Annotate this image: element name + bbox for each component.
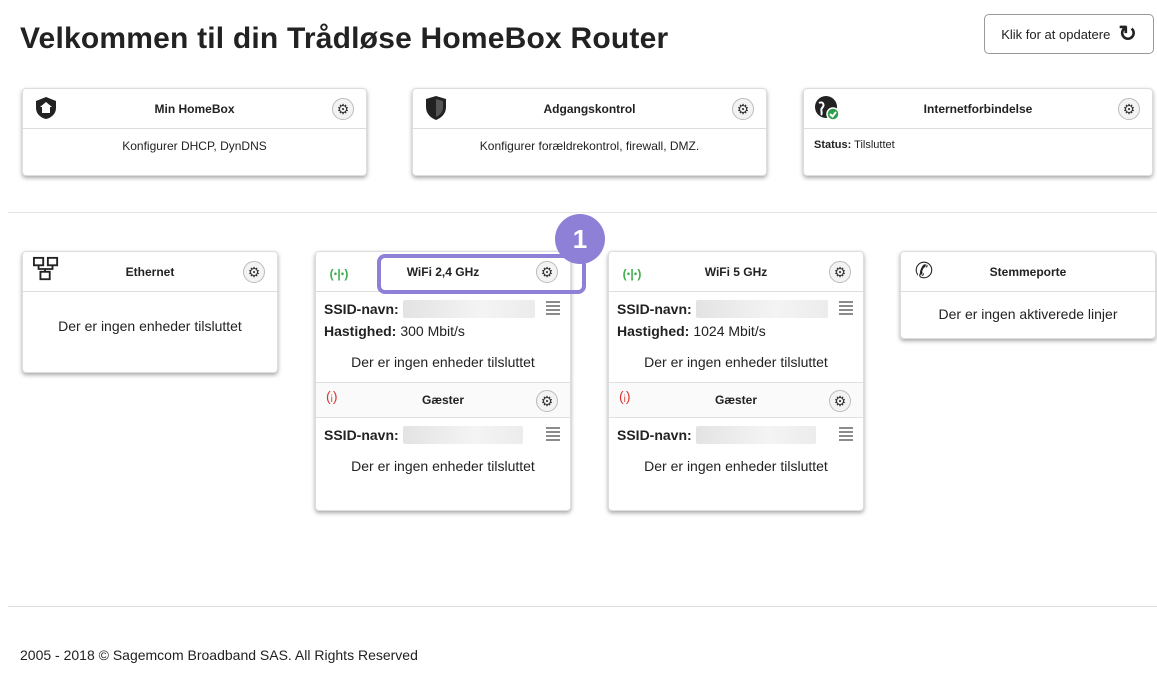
refresh-icon: ↻ <box>1118 21 1137 46</box>
guest-ssid-label: SSID-navn: <box>617 427 692 443</box>
footer-copyright: 2005 - 2018 © Sagemcom Broadband SAS. Al… <box>20 647 418 663</box>
footer-divider <box>8 606 1157 607</box>
guest-title: Gæster <box>421 393 465 407</box>
gear-icon[interactable]: ⚙ <box>536 390 558 412</box>
ssid-value-blurred <box>402 300 535 318</box>
globe-check-icon <box>814 95 840 121</box>
guest-message: Der er ingen enheder tilsluttet <box>351 458 535 474</box>
ethernet-message: Der er ingen enheder tilsluttet <box>58 318 242 334</box>
speed-value: 300 Mbit/s <box>400 323 465 339</box>
guest-title: Gæster <box>714 393 758 407</box>
guest-ssid-value-blurred <box>402 426 523 444</box>
card-title: Adgangskontrol <box>543 101 636 116</box>
wifi-antenna-icon: (ꞏ|ꞏ) <box>622 266 642 281</box>
page-title: Velkommen til din Trådløse HomeBox Route… <box>20 22 669 55</box>
gear-icon[interactable]: ⚙ <box>243 261 265 283</box>
gear-icon[interactable]: ⚙ <box>1118 98 1140 120</box>
card-title: Min HomeBox <box>154 101 235 116</box>
card-adgangskontrol[interactable]: Adgangskontrol ⚙ Konfigurer forældrekont… <box>412 88 767 176</box>
card-internetforbindelse[interactable]: Internetforbindelse ⚙ Status: Tilsluttet <box>803 88 1153 176</box>
voice-message: Der er ingen aktiverede linjer <box>938 306 1118 322</box>
qr-code-icon[interactable] <box>839 425 853 441</box>
card-title: WiFi 5 GHz <box>704 264 768 279</box>
speed-label: Hastighed: <box>324 323 397 339</box>
guest-ssid-value-blurred <box>695 426 816 444</box>
qr-code-icon[interactable] <box>839 299 853 315</box>
ssid-value-blurred <box>695 300 828 318</box>
qr-code-icon[interactable] <box>546 425 560 441</box>
refresh-label: Klik for at opdatere <box>1001 26 1111 42</box>
qr-code-icon[interactable] <box>546 299 560 315</box>
ssid-label: SSID-navn: <box>617 301 692 317</box>
guest-header: (ᵢ) Gæster ⚙ <box>316 382 570 418</box>
status-value: Tilsluttet <box>854 139 895 151</box>
card-title: Stemmeporte <box>989 264 1067 279</box>
card-title: Ethernet <box>125 264 175 279</box>
gear-icon[interactable]: ⚙ <box>332 98 354 120</box>
refresh-button[interactable]: Klik for at opdatere ↻ <box>984 14 1154 54</box>
card-wifi-5[interactable]: (ꞏ|ꞏ) WiFi 5 GHz ⚙ SSID-navn: Hastighed:… <box>608 251 864 511</box>
card-title: Internetforbindelse <box>923 101 1033 116</box>
ssid-label: SSID-navn: <box>324 301 399 317</box>
phone-icon: ✆ <box>914 258 934 283</box>
home-shield-icon <box>33 95 59 121</box>
card-stemmeporte[interactable]: ✆ Stemmeporte Der er ingen aktiverede li… <box>900 251 1156 339</box>
speed-label: Hastighed: <box>617 323 690 339</box>
wifi24-message: Der er ingen enheder tilsluttet <box>351 354 535 370</box>
card-description: Konfigurer DHCP, DynDNS <box>122 139 267 153</box>
guest-message: Der er ingen enheder tilsluttet <box>644 458 828 474</box>
network-icon <box>33 256 59 282</box>
annotation-badge: 1 <box>555 214 605 264</box>
guest-header: (ᵢ) Gæster ⚙ <box>609 382 863 418</box>
card-min-homebox[interactable]: Min HomeBox ⚙ Konfigurer DHCP, DynDNS <box>22 88 367 176</box>
status-label: Status: <box>814 139 852 151</box>
wifi-antenna-icon: (ꞏ|ꞏ) <box>329 266 349 281</box>
card-ethernet[interactable]: Ethernet ⚙ Der er ingen enheder tilslutt… <box>22 251 278 373</box>
gear-icon[interactable]: ⚙ <box>829 390 851 412</box>
wifi-off-icon: (ᵢ) <box>326 388 338 404</box>
wifi5-message: Der er ingen enheder tilsluttet <box>644 354 828 370</box>
gear-icon[interactable]: ⚙ <box>732 98 754 120</box>
guest-ssid-label: SSID-navn: <box>324 427 399 443</box>
card-description: Konfigurer forældrekontrol, firewall, DM… <box>479 139 700 153</box>
section-divider <box>8 212 1157 213</box>
wifi-off-icon: (ᵢ) <box>619 388 631 404</box>
shield-icon <box>423 95 449 121</box>
speed-value: 1024 Mbit/s <box>693 323 766 339</box>
annotation-highlight <box>377 254 586 294</box>
gear-icon[interactable]: ⚙ <box>829 261 851 283</box>
